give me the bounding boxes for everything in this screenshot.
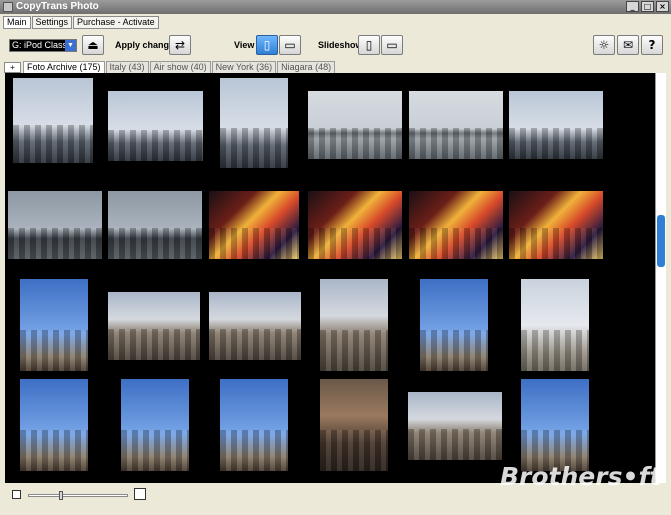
scrollbar-thumb[interactable] (657, 215, 665, 267)
photo-content (408, 429, 502, 460)
photo-content (409, 128, 503, 159)
photo-thumbnail-times-square-night[interactable] (409, 191, 503, 259)
photo-content (121, 429, 189, 471)
photo-content (209, 329, 301, 360)
photo-content (420, 329, 488, 371)
view-label: View (234, 40, 255, 50)
envelope-icon: ✉ (622, 38, 634, 52)
tips-button[interactable]: ☼ (593, 35, 615, 55)
toolbar: G: iPod Classic ▼ ⏏ Apply changes ⇄ View… (0, 29, 671, 59)
tab-purchase[interactable]: Purchase - Activate (73, 16, 159, 29)
photo-thumbnail-globe-sculpture[interactable] (108, 292, 200, 360)
photo-content (308, 228, 402, 259)
tab-settings[interactable]: Settings (31, 16, 73, 29)
photo-thumbnail-museum-street[interactable] (209, 292, 301, 360)
help-icon: ? (648, 38, 656, 52)
eject-icon: ⏏ (87, 38, 99, 52)
ipod-icon: ▯ (263, 38, 271, 52)
photo-thumbnail-manhattan-skyscrapers[interactable] (220, 78, 288, 168)
zoom-in-icon[interactable] (134, 488, 146, 500)
chevron-down-icon: ▼ (65, 40, 76, 51)
photo-content (308, 128, 402, 159)
zoom-slider[interactable] (28, 491, 128, 500)
photo-content (320, 429, 388, 471)
photo-content (209, 228, 299, 259)
album-tab-foto-archive[interactable]: Foto Archive (175) (23, 61, 105, 73)
photo-thumbnail-empire-state-building[interactable] (121, 379, 189, 471)
photo-thumbnail-manhattan-skyline[interactable] (509, 91, 603, 159)
photo-content (220, 127, 288, 168)
lightbulb-icon: ☼ (598, 38, 610, 52)
photo-content (20, 429, 88, 471)
photo-content (521, 329, 589, 371)
window-title: CopyTrans Photo (16, 1, 99, 12)
close-button[interactable]: × (656, 1, 669, 12)
zoom-slider-handle[interactable] (59, 491, 63, 500)
device-select[interactable]: G: iPod Classic ▼ (9, 39, 77, 52)
photo-thumbnail-empire-state-building[interactable] (20, 379, 88, 471)
photo-content (108, 329, 200, 360)
monitor-icon: ▭ (386, 38, 398, 52)
album-tab-italy[interactable]: Italy (43) (105, 61, 149, 73)
album-tab-niagara[interactable]: Niagara (48) (277, 61, 336, 73)
photo-thumbnail-un-building[interactable] (521, 379, 589, 471)
photo-thumbnail-brick-buildings[interactable] (320, 279, 388, 371)
slideshow-pc-button[interactable]: ▭ (381, 35, 403, 55)
tab-main[interactable]: Main (3, 16, 31, 29)
photo-thumbnail-brooklyn-bridge[interactable] (308, 91, 402, 159)
slideshow-label: Slideshow (318, 40, 363, 50)
photo-content (20, 329, 88, 371)
photo-thumbnail-times-square-night[interactable] (509, 191, 603, 259)
photo-thumbnail-winter-trees-building[interactable] (521, 279, 589, 371)
eject-button[interactable]: ⏏ (82, 35, 104, 55)
app-icon (3, 2, 13, 12)
title-bar[interactable]: CopyTrans Photo _ □ × (0, 0, 671, 14)
photo-content (8, 228, 102, 259)
photo-content (108, 129, 203, 161)
zoom-out-icon[interactable] (12, 490, 21, 499)
sync-arrows-icon: ⇄ (174, 38, 186, 52)
view-ipod-button[interactable]: ▯ (256, 35, 278, 55)
minimize-button[interactable]: _ (626, 1, 639, 12)
album-tab-air-show[interactable]: Air show (40) (149, 61, 211, 73)
photo-thumbnail-courthouse-building[interactable] (408, 392, 502, 460)
monitor-icon: ▭ (284, 38, 296, 52)
album-tab-new-york[interactable]: New York (36) (211, 61, 277, 73)
photo-thumbnail-hearst-tower[interactable] (20, 279, 88, 371)
photo-thumbnail-brooklyn-bridge[interactable] (409, 91, 503, 159)
add-album-icon: + (10, 63, 15, 72)
photo-gallery[interactable] (5, 73, 655, 483)
photo-thumbnail-times-square-night[interactable] (209, 191, 299, 259)
photo-thumbnail-gothic-church[interactable] (420, 279, 488, 371)
app-window: CopyTrans Photo _ □ × Main Settings Purc… (0, 0, 671, 515)
photo-content (108, 228, 202, 259)
photo-thumbnail-times-square-night[interactable] (308, 191, 402, 259)
maximize-button[interactable]: □ (641, 1, 654, 12)
photo-thumbnail-manhattan-towers[interactable] (13, 78, 93, 163)
photo-thumbnail-metlife-tower[interactable] (220, 379, 288, 471)
photo-content (509, 128, 603, 159)
gallery-scrollbar[interactable] (655, 73, 666, 483)
add-album-button[interactable]: + (4, 62, 21, 73)
watermark-logo: Brothers•ft (500, 462, 662, 491)
ipod-icon: ▯ (365, 38, 373, 52)
album-tabs: + Foto Archive (175) Italy (43) Air show… (4, 61, 336, 73)
help-button[interactable]: ? (641, 35, 663, 55)
menu-tabs: Main Settings Purchase - Activate (3, 16, 159, 29)
photo-thumbnail-statue-of-liberty[interactable] (108, 91, 203, 161)
apply-changes-button[interactable]: ⇄ (169, 35, 191, 55)
email-button[interactable]: ✉ (617, 35, 639, 55)
photo-content (220, 429, 288, 471)
photo-content (320, 329, 388, 371)
view-pc-button[interactable]: ▭ (279, 35, 301, 55)
photo-content (509, 228, 603, 259)
photo-thumbnail-ornate-facade[interactable] (320, 379, 388, 471)
photo-thumbnail-skyline-from-window[interactable] (108, 191, 202, 259)
slideshow-ipod-button[interactable]: ▯ (358, 35, 380, 55)
photo-content (13, 124, 93, 163)
photo-thumbnail-skyline-from-window[interactable] (8, 191, 102, 259)
photo-content (409, 228, 503, 259)
